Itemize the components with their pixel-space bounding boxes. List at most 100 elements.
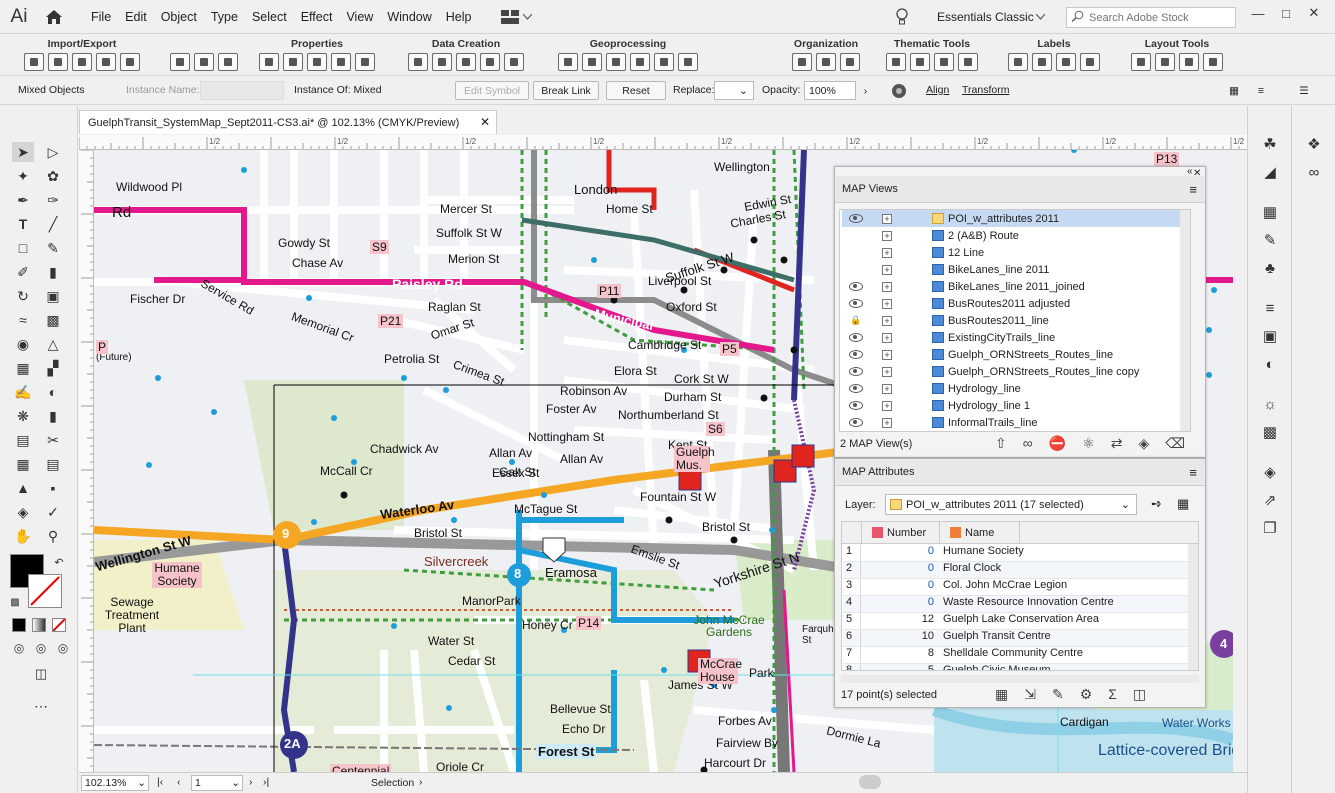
clip-icon[interactable] (582, 53, 602, 71)
artboard-tool-icon[interactable]: ▤ (12, 430, 34, 450)
menu-select[interactable]: Select (245, 0, 294, 34)
eye-icon[interactable] (846, 214, 866, 223)
menu-file[interactable]: File (84, 0, 118, 34)
import-data-icon[interactable] (72, 53, 92, 71)
lock-icon[interactable]: 🔒 (846, 315, 866, 326)
grid-data-icon[interactable] (504, 53, 524, 71)
map-tool-3-icon[interactable]: ▲ (12, 478, 34, 498)
distribute-icon[interactable]: ≡ (1252, 81, 1270, 100)
search-input[interactable] (1089, 11, 1229, 24)
lightning-icon[interactable] (218, 53, 238, 71)
properties-icon[interactable] (283, 53, 303, 71)
location-pin-icon[interactable] (456, 53, 476, 71)
expand-icon[interactable]: + (882, 366, 892, 377)
layer-row[interactable]: + Guelph_ORNStreets_Routes_line copy (842, 363, 1180, 380)
graphic-styles-icon[interactable]: ▩ (1260, 422, 1280, 442)
rotate-tool-icon[interactable]: ↻ (12, 286, 34, 306)
free-transform-tool-icon[interactable]: ▩ (42, 310, 64, 330)
vertical-ruler[interactable] (79, 150, 94, 772)
close-icon[interactable]: ✕ (480, 115, 490, 129)
shaper-tool-icon[interactable]: ✐ (12, 262, 34, 282)
layer-row[interactable]: +2 (A&B) Route (842, 227, 1180, 244)
collapse-panel-icon[interactable]: « (1187, 166, 1193, 177)
transform-link[interactable]: Transform (962, 84, 1009, 96)
arrange-documents-button[interactable] (500, 9, 532, 24)
layout-grid-icon[interactable] (1131, 53, 1151, 71)
panel-menu-icon[interactable]: ≡ (1189, 465, 1197, 480)
menu-window[interactable]: Window (380, 0, 438, 34)
zoom-tool-icon[interactable]: ⚲ (42, 526, 64, 546)
eye-icon[interactable] (846, 367, 866, 376)
selection-tool-icon[interactable]: ➤ (12, 142, 34, 162)
map-tool-5-icon[interactable]: ◈ (12, 502, 34, 522)
buffer-icon[interactable] (558, 53, 578, 71)
target-icon[interactable] (96, 53, 116, 71)
opacity-input[interactable]: 100% (804, 81, 856, 100)
curvature-tool-icon[interactable]: ✑ (42, 190, 64, 210)
export-view-icon[interactable]: ⇧ (995, 435, 1007, 452)
break-link-button[interactable]: Break Link (533, 81, 599, 100)
table-row[interactable]: 3 0 Col. John McCrae Legion (843, 579, 1189, 596)
layer-row[interactable]: + Guelph_ORNStreets_Routes_line (842, 346, 1180, 363)
layer-row[interactable]: 🔒 + BusRoutes2011_line (842, 312, 1180, 329)
shape-builder-tool-icon[interactable]: ◉ (12, 334, 34, 354)
gradient-tool-icon[interactable]: ▞ (42, 358, 64, 378)
eye-icon[interactable] (846, 418, 866, 427)
previous-artboard-icon[interactable]: |‹ (157, 776, 163, 788)
label-tag-icon[interactable] (1032, 53, 1052, 71)
table-icon[interactable] (307, 53, 327, 71)
draw-shape-icon[interactable] (408, 53, 428, 71)
layer-row[interactable]: +12 Line (842, 244, 1180, 261)
brushes-icon[interactable]: ✎ (1260, 230, 1280, 250)
expand-icon[interactable]: + (882, 298, 892, 309)
chevron-right-icon[interactable]: › (858, 81, 873, 100)
expand-icon[interactable]: + (882, 417, 892, 428)
eye-icon[interactable] (846, 282, 866, 291)
layer-row[interactable]: + BusRoutes2011 adjusted (842, 295, 1180, 312)
maximize-button[interactable]: □ (1274, 4, 1298, 22)
menu-type[interactable]: Type (204, 0, 245, 34)
swatches-icon[interactable]: ▦ (1260, 202, 1280, 222)
gradient-icon[interactable]: ▣ (1260, 326, 1280, 346)
label-settings-icon[interactable] (1056, 53, 1076, 71)
export-panel-icon[interactable]: ⇗ (1260, 490, 1280, 510)
thematic-icon[interactable] (886, 53, 906, 71)
sync-icon[interactable]: ▦ (1177, 496, 1189, 512)
layer-row[interactable]: + InformalTrails_line (842, 414, 1180, 431)
document-tab[interactable]: GuelphTransit_SystemMap_Sept2011-CS3.ai*… (79, 110, 497, 134)
screen-mode-icon[interactable]: ◫ (30, 664, 52, 684)
sort-icon[interactable] (840, 53, 860, 71)
scroll-thumb[interactable] (859, 775, 881, 789)
legend-icon[interactable] (1155, 53, 1175, 71)
menu-object[interactable]: Object (154, 0, 204, 34)
column-name[interactable]: Name (940, 522, 1020, 543)
workspace-selector[interactable]: Essentials Classic (937, 10, 1034, 24)
zoom-input[interactable]: 102.13% ⌄ (81, 775, 149, 791)
data-table-icon[interactable] (480, 53, 500, 71)
mesh-tool-icon[interactable]: ▦ (12, 358, 34, 378)
swap-icon[interactable]: ⇄ (1111, 435, 1123, 452)
horizontal-ruler[interactable]: 1/2 1/2 1/2 1/2 1/2 1/2 1/2 1/2 1/2 (79, 135, 1247, 150)
layer-dropdown[interactable]: POI_w_attributes 2011 (17 selected) ⌄ (885, 494, 1137, 515)
edit-symbol-button[interactable]: Edit Symbol (455, 81, 529, 100)
chart-icon[interactable] (1203, 53, 1223, 71)
layer-row[interactable]: + POI_w_attributes 2011 (842, 210, 1180, 227)
list-icon[interactable] (355, 53, 375, 71)
panel-menu-icon[interactable]: ☰ (1295, 81, 1313, 100)
prev-icon[interactable]: ‹ (177, 776, 181, 788)
layers-org-icon[interactable] (816, 53, 836, 71)
expand-icon[interactable]: + (882, 281, 892, 292)
gradient-mode-icon[interactable] (32, 618, 46, 632)
export-icon[interactable] (120, 53, 140, 71)
close-panel-icon[interactable]: ✕ (1193, 168, 1201, 179)
last-artboard-icon[interactable]: ›| (263, 776, 269, 788)
symbol-sprayer-tool-icon[interactable]: ❋ (12, 406, 34, 426)
symbols-icon[interactable]: ♣ (1260, 258, 1280, 278)
transparency-icon[interactable]: ◐ (1260, 354, 1280, 374)
slice-tool-icon[interactable]: ✂ (42, 430, 64, 450)
rectangle-tool-icon[interactable]: □ (12, 238, 34, 258)
adobe-stock-search[interactable] (1066, 7, 1236, 28)
points-icon[interactable] (432, 53, 452, 71)
creative-cloud-icon[interactable]: ∞ (1304, 162, 1324, 182)
line-tool-icon[interactable]: ╱ (42, 214, 64, 234)
